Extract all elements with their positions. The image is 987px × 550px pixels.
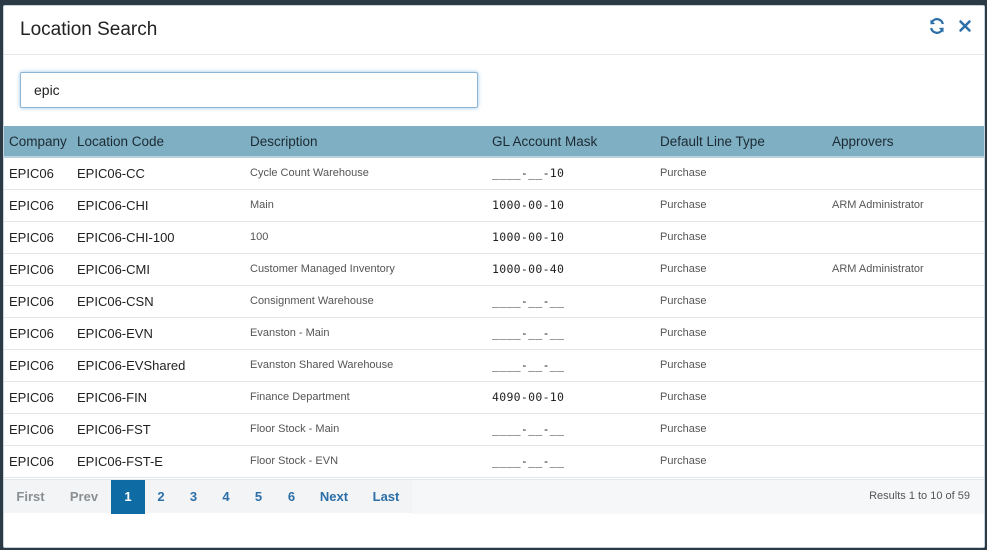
table-row[interactable]: EPIC06 EPIC06-CHI Main 1000-00-10 Purchase AR… (4, 189, 984, 222)
page-button-2[interactable]: 2 (145, 480, 177, 514)
gl-account-mask-cell: ____-__-__ (487, 317, 655, 350)
table-row[interactable]: EPIC06 EPIC06-EVShared Evanston Shared War… (4, 349, 984, 382)
gl-account-mask-cell: ____-__-__ (487, 445, 655, 478)
table-row[interactable]: EPIC06 EPIC06-CHI-100 100 1000-00-10 Purchas… (4, 221, 984, 254)
default-line-type-cell: Purchase (655, 221, 827, 254)
approvers-cell (827, 285, 984, 318)
location-code-cell: EPIC06-CSN (72, 285, 245, 318)
table-header-row: Company Location Code Description GL Acc… (4, 126, 984, 158)
dialog-title: Location Search (20, 19, 158, 40)
description-cell: Evanston Shared Warehouse (245, 349, 487, 382)
table-row[interactable]: EPIC06 EPIC06-FST-E Floor Stock - EVN ____-… (4, 445, 984, 478)
location-code-cell: EPIC06-FIN (72, 381, 245, 414)
description-cell: Floor Stock - Main (245, 413, 487, 446)
company-cell: EPIC06 (4, 349, 72, 382)
search-input[interactable] (20, 72, 478, 108)
column-header-location-code[interactable]: Location Code (72, 126, 245, 158)
default-line-type-cell: Purchase (655, 317, 827, 350)
approvers-cell: ARM Administrator (827, 189, 984, 222)
location-search-dialog: Location Search Company Location Code De… (3, 5, 985, 548)
company-cell: EPIC06 (4, 221, 72, 254)
table-row[interactable]: EPIC06 EPIC06-FIN Finance Department 4090-0… (4, 381, 984, 414)
first-page-button[interactable]: First (4, 480, 57, 514)
description-cell: Main (245, 189, 487, 222)
table-row[interactable]: EPIC06 EPIC06-CC Cycle Count Warehouse ____… (4, 157, 984, 190)
gl-account-mask-cell: 1000-00-10 (487, 221, 655, 254)
gl-account-mask-cell: ____-__-10 (487, 157, 655, 190)
search-field-wrapper (20, 72, 478, 108)
company-cell: EPIC06 (4, 317, 72, 350)
approvers-cell (827, 317, 984, 350)
description-cell: Evanston - Main (245, 317, 487, 350)
location-code-cell: EPIC06-CHI-100 (72, 221, 245, 254)
location-code-cell: EPIC06-CMI (72, 253, 245, 286)
approvers-cell (827, 381, 984, 414)
close-icon[interactable] (956, 17, 974, 35)
column-header-approvers[interactable]: Approvers (827, 126, 984, 158)
gl-account-mask-cell: 4090-00-10 (487, 381, 655, 414)
page-button-3[interactable]: 3 (177, 480, 210, 514)
description-cell: Consignment Warehouse (245, 285, 487, 318)
company-cell: EPIC06 (4, 189, 72, 222)
table-body: EPIC06 EPIC06-CC Cycle Count Warehouse ____… (4, 157, 984, 478)
location-code-cell: EPIC06-CHI (72, 189, 245, 222)
default-line-type-cell: Purchase (655, 445, 827, 478)
company-cell: EPIC06 (4, 253, 72, 286)
location-code-cell: EPIC06-EVShared (72, 349, 245, 382)
company-cell: EPIC06 (4, 285, 72, 318)
default-line-type-cell: Purchase (655, 413, 827, 446)
column-header-default-line-type[interactable]: Default Line Type (655, 126, 827, 158)
table-row[interactable]: EPIC06 EPIC06-CSN Consignment Warehouse ___… (4, 285, 984, 318)
prev-page-button[interactable]: Prev (57, 480, 111, 514)
default-line-type-cell: Purchase (655, 349, 827, 382)
company-cell: EPIC06 (4, 381, 72, 414)
description-cell: 100 (245, 221, 487, 254)
page-button-6[interactable]: 6 (275, 480, 308, 514)
gl-account-mask-cell: ____-__-__ (487, 413, 655, 446)
approvers-cell: ARM Administrator (827, 253, 984, 286)
table-row[interactable]: EPIC06 EPIC06-FST Floor Stock - Main ____-_… (4, 413, 984, 446)
table-row[interactable]: EPIC06 EPIC06-CMI Customer Managed Invento… (4, 253, 984, 286)
page-button-4[interactable]: 4 (210, 480, 242, 514)
refresh-icon[interactable] (928, 17, 946, 35)
default-line-type-cell: Purchase (655, 157, 827, 190)
default-line-type-cell: Purchase (655, 253, 827, 286)
description-cell: Cycle Count Warehouse (245, 157, 487, 190)
dialog-header: Location Search (4, 6, 984, 55)
pagination-bar: First Prev 1 2 3 4 5 6 Next Last Results… (4, 479, 984, 514)
results-count: Results 1 to 10 of 59 (869, 490, 970, 502)
company-cell: EPIC06 (4, 445, 72, 478)
approvers-cell (827, 221, 984, 254)
results-table: Company Location Code Description GL Acc… (4, 126, 984, 478)
column-header-gl-account-mask[interactable]: GL Account Mask (487, 126, 655, 158)
last-page-button[interactable]: Last (360, 480, 412, 514)
approvers-cell (827, 157, 984, 190)
pager-info-area: Results 1 to 10 of 59 (412, 480, 984, 514)
company-cell: EPIC06 (4, 413, 72, 446)
table-row[interactable]: EPIC06 EPIC06-EVN Evanston - Main ____-__-_… (4, 317, 984, 350)
page-button-5[interactable]: 5 (242, 480, 275, 514)
gl-account-mask-cell: 1000-00-10 (487, 189, 655, 222)
approvers-cell (827, 349, 984, 382)
column-header-company[interactable]: Company (4, 126, 72, 158)
location-code-cell: EPIC06-CC (72, 157, 245, 190)
default-line-type-cell: Purchase (655, 381, 827, 414)
gl-account-mask-cell: ____-__-__ (487, 349, 655, 382)
gl-account-mask-cell: ____-__-__ (487, 285, 655, 318)
location-code-cell: EPIC06-EVN (72, 317, 245, 350)
location-code-cell: EPIC06-FST (72, 413, 245, 446)
approvers-cell (827, 445, 984, 478)
description-cell: Finance Department (245, 381, 487, 414)
page-button-1[interactable]: 1 (111, 480, 145, 514)
column-header-description[interactable]: Description (245, 126, 487, 158)
company-cell: EPIC06 (4, 157, 72, 190)
default-line-type-cell: Purchase (655, 285, 827, 318)
description-cell: Customer Managed Inventory (245, 253, 487, 286)
location-code-cell: EPIC06-FST-E (72, 445, 245, 478)
description-cell: Floor Stock - EVN (245, 445, 487, 478)
approvers-cell (827, 413, 984, 446)
default-line-type-cell: Purchase (655, 189, 827, 222)
gl-account-mask-cell: 1000-00-40 (487, 253, 655, 286)
next-page-button[interactable]: Next (308, 480, 360, 514)
